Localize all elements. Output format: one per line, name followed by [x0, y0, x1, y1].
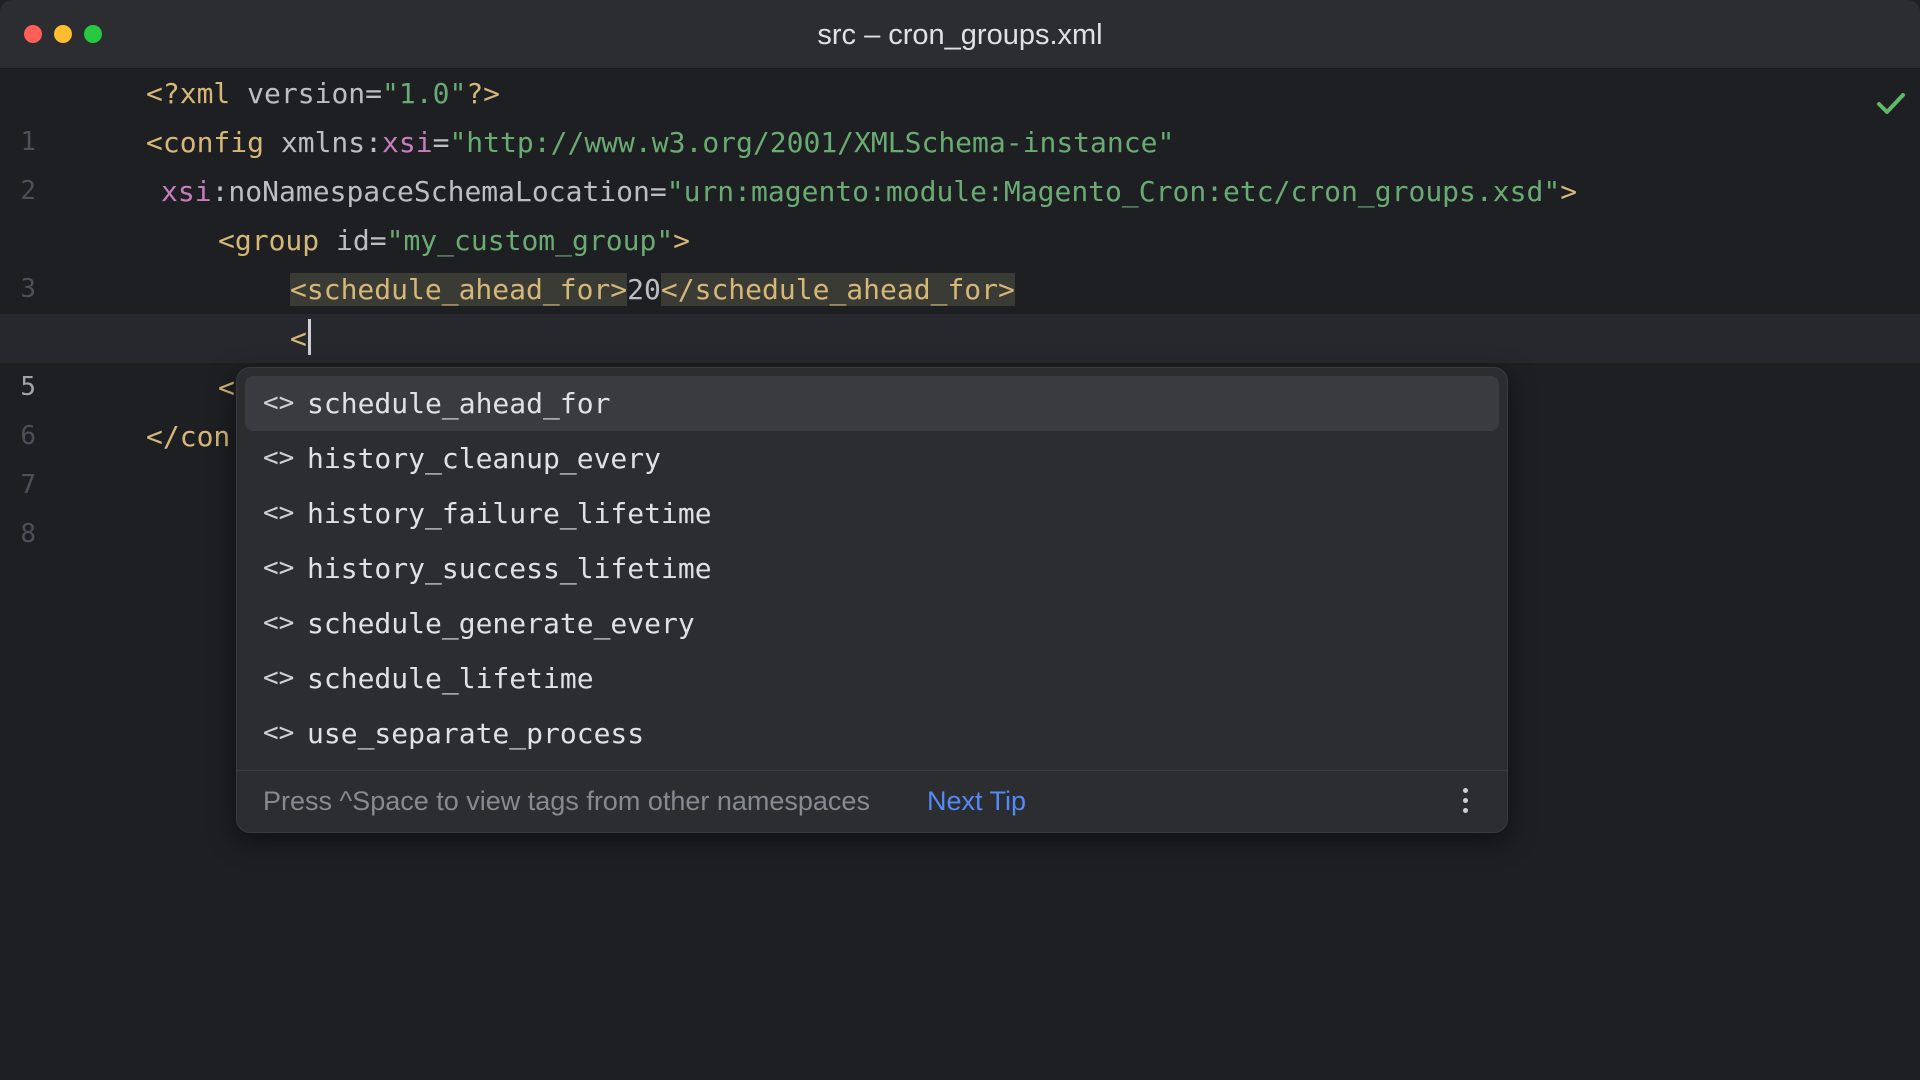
- completion-footer: Press ^Space to view tags from other nam…: [237, 770, 1507, 832]
- xml-tag-icon: <>: [263, 608, 295, 638]
- equals-sign: =: [649, 175, 667, 208]
- attribute-value: "urn:magento:module:Magento_Cron:etc/cro…: [666, 175, 1561, 208]
- xml-tag-icon: <>: [263, 663, 295, 693]
- tag-open: <group: [218, 224, 337, 257]
- code-content: <: [218, 363, 235, 412]
- code-content: <schedule_ahead_for>20</schedule_ahead_f…: [290, 265, 1015, 314]
- completion-item-label: history_cleanup_every: [307, 442, 662, 475]
- code-line[interactable]: 1 <?xml version="1.0"?>: [0, 69, 1920, 157]
- attribute-name: :noNamespaceSchemaLocation: [211, 175, 650, 208]
- tag-open: <: [218, 371, 235, 404]
- matched-close-tag: </schedule_ahead_for>: [660, 273, 1015, 306]
- title-bar: src – cron_groups.xml: [0, 0, 1920, 69]
- typed-tag-open: <: [290, 322, 307, 355]
- completion-item-schedule-ahead-for[interactable]: <> schedule_ahead_for: [245, 376, 1499, 431]
- completion-item-label: schedule_lifetime: [307, 662, 594, 695]
- code-line-current[interactable]: 5 <: [0, 314, 1920, 402]
- completion-item-label: history_failure_lifetime: [307, 497, 712, 530]
- completion-item-label: schedule_ahead_for: [307, 387, 611, 420]
- code-content: <: [290, 314, 311, 363]
- code-completion-popup: <> schedule_ahead_for <> history_cleanup…: [236, 367, 1508, 833]
- xml-tag-icon: <>: [263, 553, 295, 583]
- completion-item-history-cleanup-every[interactable]: <> history_cleanup_every: [245, 431, 1499, 486]
- attribute-name: id: [336, 224, 370, 257]
- attribute-value: "1.0": [382, 77, 467, 110]
- xml-tag-icon: <>: [263, 718, 295, 748]
- code-line[interactable]: 3 <group id="my_custom_group">: [0, 216, 1920, 304]
- tag-close: >: [1560, 175, 1578, 208]
- code-content: xsi:noNamespaceSchemaLocation="urn:magen…: [161, 167, 1577, 216]
- completion-list: <> schedule_ahead_for <> history_cleanup…: [245, 376, 1499, 761]
- next-tip-link[interactable]: Next Tip: [927, 771, 1026, 832]
- code-content: </con: [146, 412, 230, 461]
- text-caret: [307, 319, 311, 355]
- equals-sign: =: [369, 224, 387, 257]
- xml-declaration-open: <?xml: [146, 77, 248, 110]
- xml-tag-icon: <>: [263, 443, 295, 473]
- completion-item-schedule-generate-every[interactable]: <> schedule_generate_every: [245, 596, 1499, 651]
- equals-sign: =: [432, 126, 450, 159]
- xml-declaration-close: ?>: [466, 77, 501, 110]
- completion-item-use-separate-process[interactable]: <> use_separate_process: [245, 706, 1499, 761]
- window-title: src – cron_groups.xml: [817, 19, 1103, 51]
- attribute-value: "http://www.w3.org/2001/XMLSchema-instan…: [449, 126, 1175, 159]
- attribute-value: "my_custom_group": [386, 224, 674, 257]
- tag-close: >: [673, 224, 691, 257]
- element-value: 20: [627, 273, 661, 306]
- namespace-prefix: xsi: [161, 175, 212, 208]
- attribute-name: xmlns:: [280, 126, 383, 159]
- equals-sign: =: [365, 77, 383, 110]
- completion-item-history-failure-lifetime[interactable]: <> history_failure_lifetime: [245, 486, 1499, 541]
- code-line[interactable]: 2 <config xmlns:xsi="http://www.w3.org/2…: [0, 118, 1920, 206]
- line-number: 8: [20, 519, 36, 549]
- code-line-wrapped[interactable]: xsi:noNamespaceSchemaLocation="urn:magen…: [0, 167, 1920, 216]
- namespace-prefix: xsi: [382, 126, 433, 159]
- completion-item-label: schedule_generate_every: [307, 607, 695, 640]
- completion-hint: Press ^Space to view tags from other nam…: [263, 786, 870, 816]
- code-line[interactable]: 4 <schedule_ahead_for>20</schedule_ahead…: [0, 265, 1920, 353]
- completion-item-label: history_success_lifetime: [307, 552, 712, 585]
- xml-tag-icon: <>: [263, 498, 295, 528]
- code-content: <group id="my_custom_group">: [218, 216, 690, 265]
- ide-window: src – cron_groups.xml 1 <?xml version="1…: [0, 0, 1920, 1080]
- matched-open-tag: <schedule_ahead_for>: [290, 273, 628, 306]
- completion-item-label: use_separate_process: [307, 717, 645, 750]
- completion-item-schedule-lifetime[interactable]: <> schedule_lifetime: [245, 651, 1499, 706]
- more-options-icon[interactable]: [1463, 788, 1469, 816]
- attribute-name: version: [247, 77, 366, 110]
- completion-item-history-success-lifetime[interactable]: <> history_success_lifetime: [245, 541, 1499, 596]
- code-content: <?xml version="1.0"?>: [146, 69, 500, 118]
- code-content: <config xmlns:xsi="http://www.w3.org/200…: [146, 118, 1174, 167]
- tag-open: <config: [146, 126, 281, 159]
- xml-tag-icon: <>: [263, 388, 295, 418]
- tag-close: </con: [146, 420, 231, 453]
